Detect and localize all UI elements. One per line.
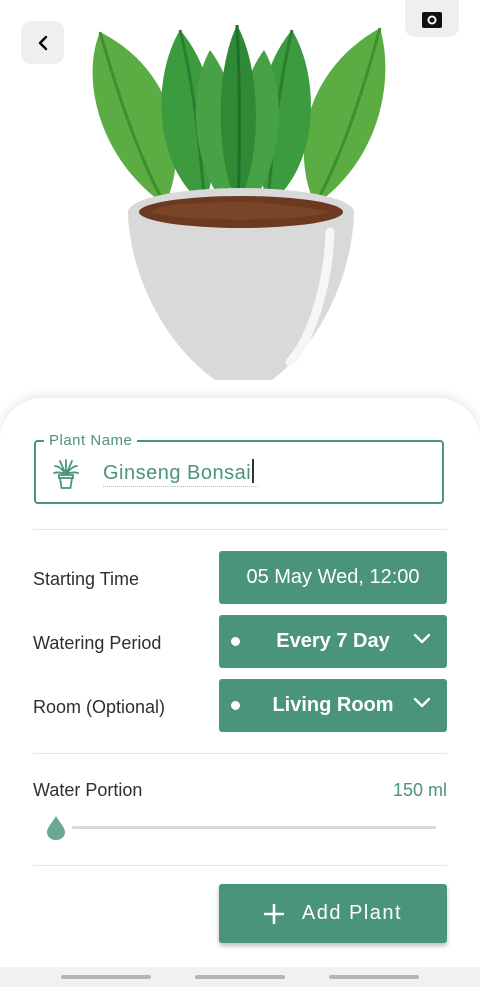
water-portion-value: 150 ml <box>392 780 447 800</box>
camera-button[interactable] <box>405 0 459 37</box>
add-plant-button[interactable]: Add Plant <box>219 884 447 943</box>
plant-name-value: Ginseng Bonsai <box>103 462 252 484</box>
divider <box>33 865 447 866</box>
back-button[interactable] <box>21 21 64 64</box>
starting-time-label: Starting Time <box>33 569 140 589</box>
plant-name-label: Plant Name <box>44 432 138 450</box>
nav-home-button[interactable] <box>195 975 285 979</box>
water-portion-slider[interactable] <box>72 826 436 829</box>
water-portion-label: Water Portion <box>33 780 143 800</box>
water-drop-icon[interactable] <box>46 815 66 841</box>
camera-icon <box>422 11 442 28</box>
nav-back-button[interactable] <box>329 975 419 979</box>
plant-illustration <box>0 0 480 400</box>
plant-name-input[interactable]: Ginseng Bonsai <box>103 459 255 487</box>
divider <box>33 753 447 754</box>
watering-period-label: Watering Period <box>33 633 162 653</box>
starting-time-button[interactable]: 05 May Wed, 12:00 <box>219 551 447 604</box>
plant-icon <box>53 459 79 489</box>
room-label: Room (Optional) <box>33 697 166 717</box>
back-arrow-icon <box>38 35 47 50</box>
chevron-down-icon <box>413 697 431 708</box>
nav-recents-button[interactable] <box>61 975 151 979</box>
room-select[interactable]: Living Room <box>219 679 447 732</box>
text-caret <box>252 459 255 483</box>
watering-period-select[interactable]: Every 7 Day <box>219 615 447 668</box>
add-plant-label: Add Plant <box>301 902 403 924</box>
divider <box>33 529 447 530</box>
plus-icon <box>263 903 284 924</box>
chevron-down-icon <box>413 633 431 644</box>
spellcheck-underline <box>103 486 258 487</box>
starting-time-value: 05 May Wed, 12:00 <box>246 566 420 588</box>
system-nav-bar <box>0 967 480 987</box>
